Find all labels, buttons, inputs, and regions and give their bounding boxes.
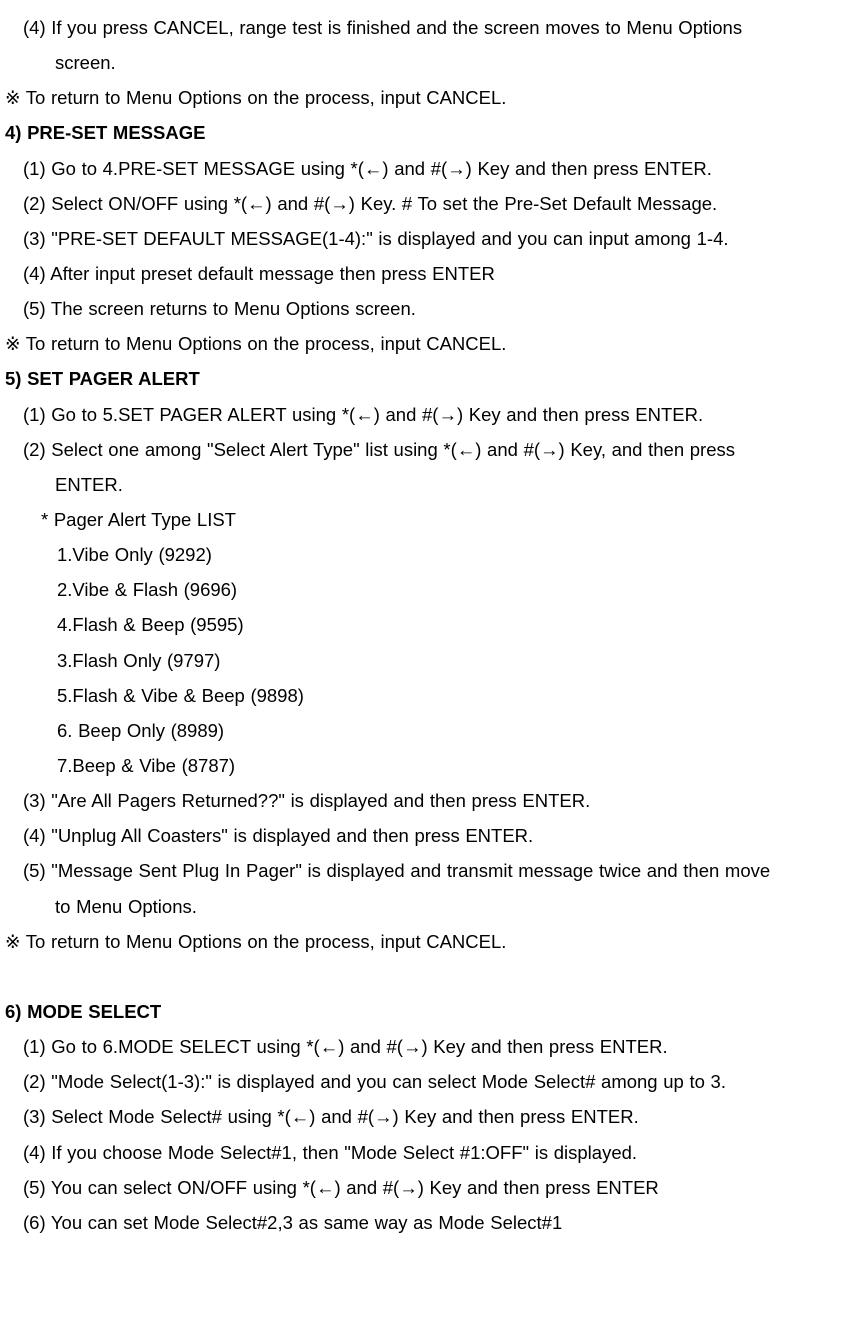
text-line: (1) Go to 6.MODE SELECT using *(←) and #…	[5, 1029, 861, 1064]
text-line: (5) You can select ON/OFF using *(←) and…	[5, 1170, 861, 1205]
text-line: (4) If you choose Mode Select#1, then "M…	[5, 1135, 861, 1170]
text-line: (5) The screen returns to Menu Options s…	[5, 291, 861, 326]
text-line: ※ To return to Menu Options on the proce…	[5, 80, 861, 115]
text-line: screen.	[5, 45, 861, 80]
text-line: 2.Vibe & Flash (9696)	[5, 572, 861, 607]
text-line: (4) "Unplug All Coasters" is displayed a…	[5, 818, 861, 853]
text-line: 3.Flash Only (9797)	[5, 643, 861, 678]
text-line: ※ To return to Menu Options on the proce…	[5, 924, 861, 959]
text-line: (3) Select Mode Select# using *(←) and #…	[5, 1099, 861, 1134]
text-line: (6) You can set Mode Select#2,3 as same …	[5, 1205, 861, 1240]
text-line: ENTER.	[5, 467, 861, 502]
text-line: (3) "Are All Pagers Returned??" is displ…	[5, 783, 861, 818]
text-line: 4) PRE-SET MESSAGE	[5, 115, 861, 150]
text-line: (2) Select ON/OFF using *(←) and #(→) Ke…	[5, 186, 861, 221]
text-line: (2) "Mode Select(1-3):" is displayed and…	[5, 1064, 861, 1099]
text-line: 5.Flash & Vibe & Beep (9898)	[5, 678, 861, 713]
text-line: to Menu Options.	[5, 889, 861, 924]
text-line: (4) If you press CANCEL, range test is f…	[5, 10, 861, 45]
text-line: ※ To return to Menu Options on the proce…	[5, 326, 861, 361]
text-line: 6. Beep Only (8989)	[5, 713, 861, 748]
text-line: (1) Go to 5.SET PAGER ALERT using *(←) a…	[5, 397, 861, 432]
text-line: (1) Go to 4.PRE-SET MESSAGE using *(←) a…	[5, 151, 861, 186]
text-line: (4) After input preset default message t…	[5, 256, 861, 291]
text-line: 1.Vibe Only (9292)	[5, 537, 861, 572]
text-line: * Pager Alert Type LIST	[5, 502, 861, 537]
text-line: 7.Beep & Vibe (8787)	[5, 748, 861, 783]
text-line: (5) "Message Sent Plug In Pager" is disp…	[5, 853, 861, 888]
text-line: 4.Flash & Beep (9595)	[5, 607, 861, 642]
text-line	[5, 959, 861, 994]
text-line: (2) Select one among "Select Alert Type"…	[5, 432, 861, 467]
text-line: 6) MODE SELECT	[5, 994, 861, 1029]
document-body: (4) If you press CANCEL, range test is f…	[5, 10, 861, 1240]
text-line: (3) "PRE-SET DEFAULT MESSAGE(1-4):" is d…	[5, 221, 861, 256]
text-line: 5) SET PAGER ALERT	[5, 361, 861, 396]
